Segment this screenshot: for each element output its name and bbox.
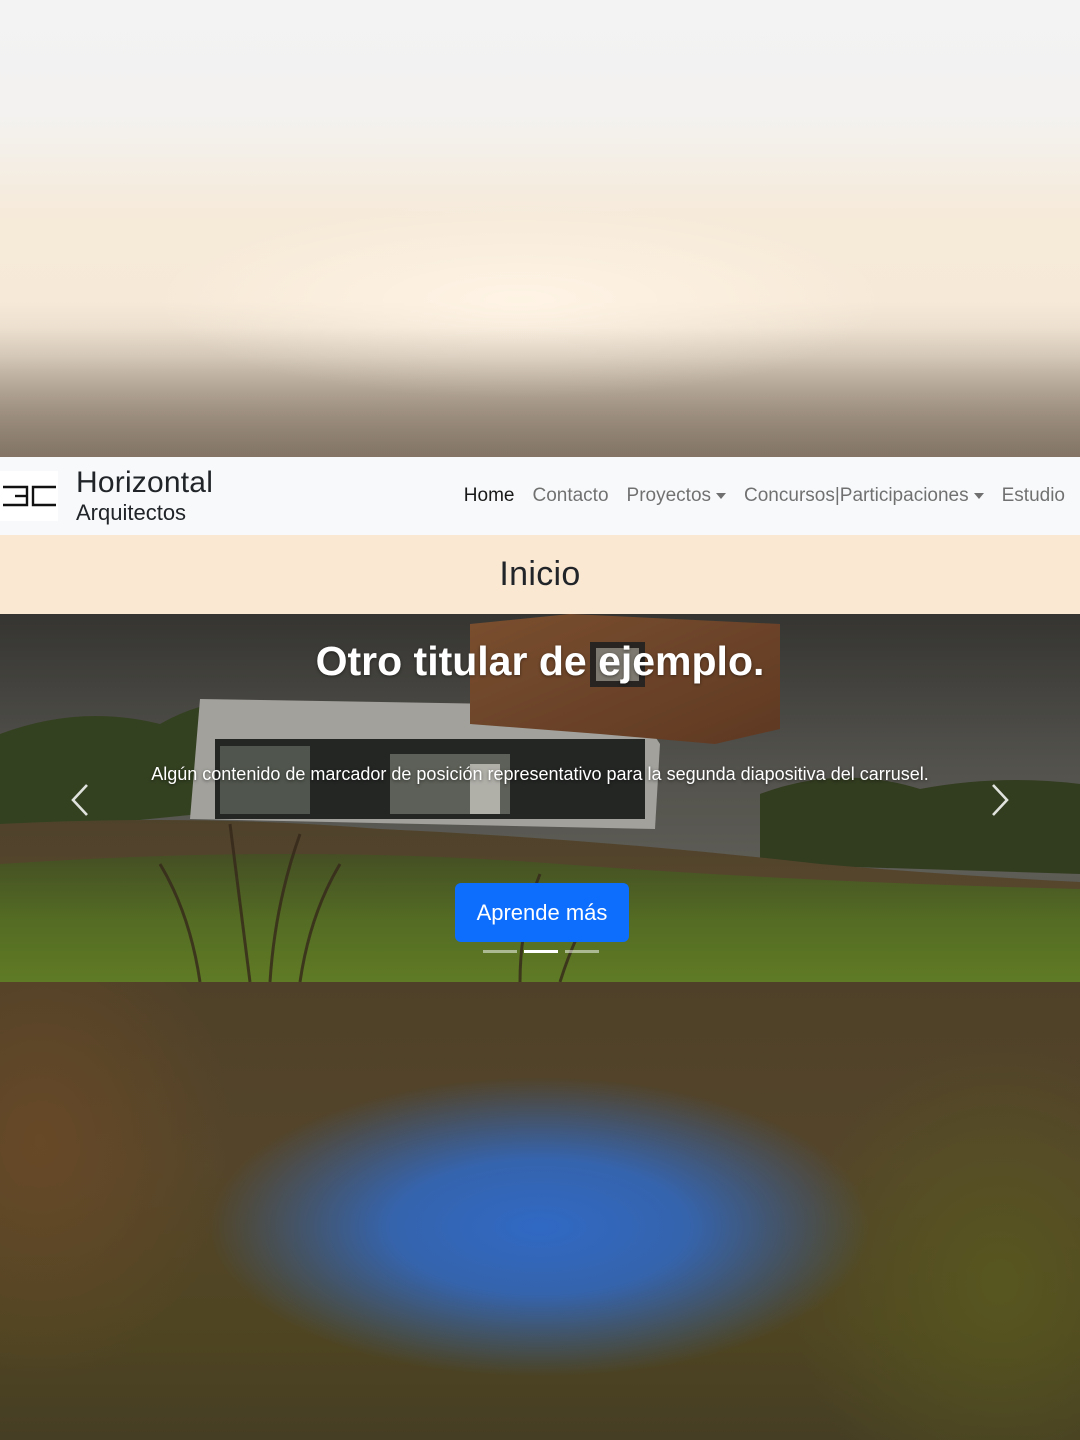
carousel: Otro titular de ejemplo. Algún contenido… (0, 614, 1080, 982)
page-title: Inicio (499, 555, 581, 593)
nav-item-proyectos[interactable]: Proyectos (618, 485, 735, 507)
bottom-background-image (0, 982, 1080, 1440)
nav-menu: Home Contacto Proyectos Concursos|Partic… (455, 457, 1074, 535)
nav-item-home[interactable]: Home (455, 485, 524, 507)
carousel-indicators (483, 950, 606, 953)
caret-down-icon (973, 493, 984, 499)
nav-item-contacto[interactable]: Contacto (523, 485, 617, 507)
top-background-shade (0, 327, 1080, 457)
nav-item-proyectos-label: Proyectos (626, 485, 712, 506)
nav-item-concursos[interactable]: Concursos|Participaciones (735, 485, 993, 507)
nav-item-concursos-label: Concursos|Participaciones (744, 485, 969, 506)
brand-text: Horizontal Arquitectos (76, 466, 213, 525)
brand-link[interactable]: Horizontal Arquitectos (0, 457, 213, 535)
learn-more-button[interactable]: Aprende más (455, 883, 629, 942)
carousel-indicator-1[interactable] (483, 950, 517, 953)
carousel-indicator-3[interactable] (565, 950, 599, 953)
navbar: Horizontal Arquitectos Home Contacto Pro… (0, 457, 1080, 535)
caret-down-icon (716, 493, 727, 499)
brand-title: Horizontal (76, 466, 214, 500)
page-header: Inicio (0, 535, 1080, 614)
nav-item-estudio[interactable]: Estudio (993, 485, 1074, 507)
brand-subtitle: Arquitectos (76, 500, 187, 526)
chevron-left-icon (71, 784, 88, 816)
carousel-heading: Otro titular de ejemplo. (315, 638, 765, 684)
hc-logo-icon (0, 471, 58, 521)
carousel-prev-button[interactable] (60, 774, 100, 826)
carousel-next-button[interactable] (980, 774, 1020, 826)
carousel-indicator-2[interactable] (524, 950, 558, 953)
top-background-image (0, 0, 1080, 457)
carousel-text: Algún contenido de marcador de posición … (151, 764, 929, 784)
chevron-right-icon (992, 784, 1009, 816)
